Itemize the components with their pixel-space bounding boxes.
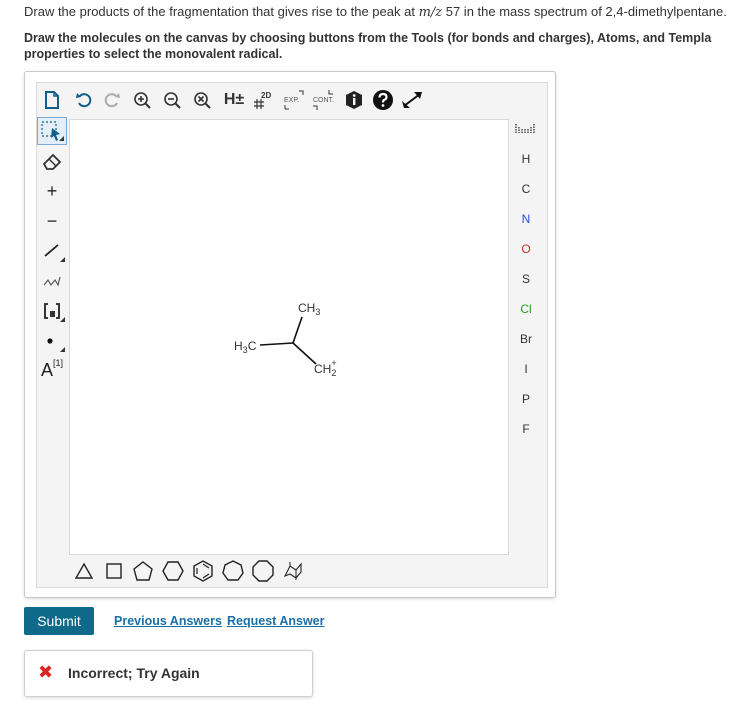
atom-f-button[interactable]: F [511, 417, 541, 441]
cyclooctane-template-icon[interactable] [251, 560, 275, 582]
atom-i-button[interactable]: I [511, 357, 541, 381]
increase-charge-tool[interactable]: + [37, 177, 67, 205]
eraser-icon [42, 153, 62, 170]
bond-right [292, 342, 317, 365]
clean-2d-icon[interactable]: 2D [251, 87, 275, 113]
atom-s-button[interactable]: S [511, 267, 541, 291]
atom-br-button[interactable]: Br [511, 327, 541, 351]
question-prefix: Draw the products of the fragmentation t… [24, 4, 419, 19]
radical-tool[interactable] [37, 327, 67, 355]
instructions-line1: Draw the molecules on the canvas by choo… [24, 31, 712, 45]
atom-map-label: A [40, 359, 53, 380]
question-text: Draw the products of the fragmentation t… [24, 4, 727, 20]
atom-cl-button[interactable]: Cl [511, 297, 541, 321]
zoom-in-icon[interactable] [131, 87, 153, 113]
chair-template-icon[interactable] [281, 560, 305, 582]
atom-map-index: [1] [53, 358, 64, 368]
feedback-box: ✖ Incorrect; Try Again [24, 650, 313, 697]
methylene-cation-label: CH2+ [314, 358, 337, 378]
undo-icon[interactable] [73, 87, 95, 113]
drawing-canvas[interactable]: CH3 H3C CH2+ [69, 119, 509, 555]
cycloheptane-template-icon[interactable] [221, 560, 245, 582]
bond-left [259, 342, 294, 346]
erase-tool[interactable] [37, 147, 67, 175]
help-icon[interactable] [371, 87, 395, 113]
molecule-editor: H± 2D EXP. CONT. + − A [1] CH3 H3C CH2+ … [36, 82, 548, 588]
previous-answers-link[interactable]: Previous Answers [114, 614, 222, 628]
single-bond-tool[interactable] [37, 237, 67, 265]
zoom-out-icon[interactable] [161, 87, 183, 113]
question-mz: m/z [418, 5, 443, 20]
feedback-message: Incorrect; Try Again [68, 665, 200, 681]
question-suffix: 57 in the mass spectrum of 2,4-dimethylp… [442, 4, 727, 19]
cyclopentane-template-icon[interactable] [131, 560, 155, 582]
atom-c-button[interactable]: C [511, 177, 541, 201]
incorrect-icon: ✖ [38, 662, 54, 682]
cyclopropane-template-icon[interactable] [73, 560, 95, 582]
select-tool[interactable] [37, 117, 67, 145]
methyl-top-label: CH3 [298, 301, 320, 317]
contract-button[interactable]: CONT. [311, 87, 339, 113]
bracket-icon [44, 303, 60, 319]
instructions: Draw the molecules on the canvas by choo… [24, 30, 740, 62]
single-bond-icon [44, 244, 59, 257]
bond-top [292, 316, 303, 344]
zoom-reset-icon[interactable] [191, 87, 213, 113]
top-toolbar: H± 2D EXP. CONT. [37, 83, 547, 117]
submit-button[interactable]: Submit [24, 607, 94, 635]
clean-2d-label: 2D [261, 91, 271, 100]
new-document-icon[interactable] [41, 87, 63, 113]
atom-o-button[interactable]: O [511, 237, 541, 261]
chain-icon [43, 276, 61, 287]
add-hydrogens-button[interactable]: H± [221, 87, 247, 113]
instructions-line2: properties to select the monovalent radi… [24, 47, 283, 61]
cyclobutane-template-icon[interactable] [103, 560, 125, 582]
fullscreen-icon[interactable] [399, 87, 425, 113]
radical-dot-icon [47, 338, 53, 344]
templates-bar [69, 557, 507, 585]
bracket-tool[interactable] [37, 297, 67, 325]
benzene-template-icon[interactable] [191, 560, 215, 582]
redo-icon[interactable] [101, 87, 123, 113]
chain-tool[interactable] [37, 267, 67, 295]
cyclohexane-template-icon[interactable] [161, 560, 185, 582]
expand-label: EXP. [284, 97, 299, 104]
periodic-table-icon[interactable] [511, 119, 541, 143]
atom-map-tool[interactable]: A [1] [37, 353, 67, 381]
atom-h-button[interactable]: H [511, 147, 541, 171]
request-answer-link[interactable]: Request Answer [227, 614, 324, 628]
info-icon[interactable] [343, 87, 365, 113]
decrease-charge-tool[interactable]: − [37, 207, 67, 235]
atom-p-button[interactable]: P [511, 387, 541, 411]
carbocation-structure: CH3 H3C CH2+ [234, 301, 337, 378]
atom-n-button[interactable]: N [511, 207, 541, 231]
contract-label: CONT. [313, 97, 334, 104]
methyl-left-label: H3C [234, 339, 257, 355]
expand-button[interactable]: EXP. [281, 87, 307, 113]
